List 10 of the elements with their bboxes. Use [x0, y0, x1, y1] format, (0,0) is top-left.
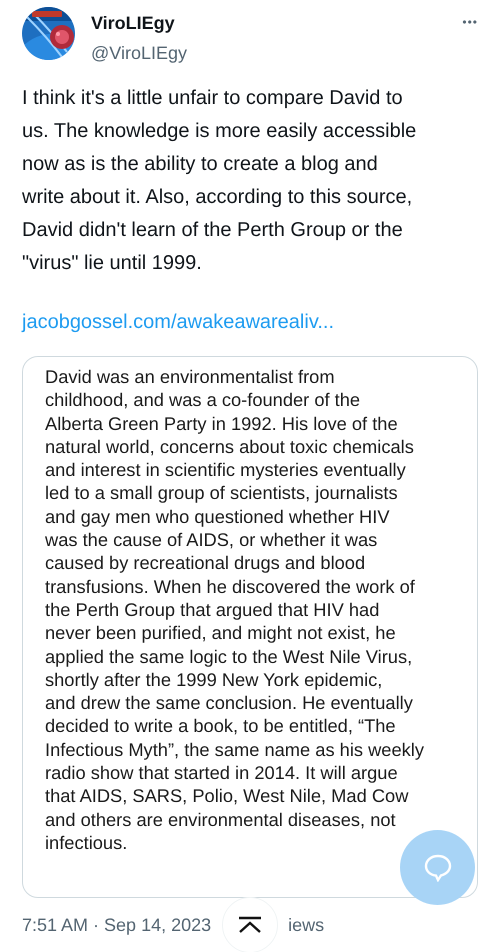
views-count: iews [288, 915, 324, 935]
author-handle[interactable]: @ViroLIEgy [91, 42, 446, 64]
timestamp[interactable]: 7:51 AM · Sep 14, 2023 [22, 915, 212, 935]
image-text: David was an environmentalist from childhood, and was a co-founder of the Alberta Green Party in 1992. His love of the natural world, concerns about toxic chemicals and interest in scientific mysteries eventually led to a small group of scientists, journalists and gay men who questioned whether HIV was the cause of AIDS, or whether it was caused by recreational drugs and blood transfusions. When he discovered the work of the Perth Group that argued that HIV had never been purified, and might not exist, he applied the same logic to the West Nile Virus, shortly after the 1999 New York epidemic, and drew the same conclusion. He eventually decided to write a book, to be entitled, “The Infectious Myth”, the same name as his weekly radio show that started in 2014. It will argue that AIDS, SARS, Polio, West Nile, Mad Cow and others are environmental diseases, not infectious. [45, 365, 425, 854]
more-button[interactable]: ••• [462, 13, 478, 31]
tweet-text: I think it's a little unfair to compare David to us. The knowledge is more easily accessible now as is the ability to create a blog and write about it. Also, according to this source, David didn't learn of the Perth Group or the "virus" lie until 1999. [22, 86, 418, 276]
chevron-up-icon [237, 916, 263, 934]
embedded-image-card[interactable] [22, 356, 478, 898]
chat-bubble-icon [422, 854, 452, 882]
author-name[interactable]: ViroLIEgy [91, 12, 446, 34]
